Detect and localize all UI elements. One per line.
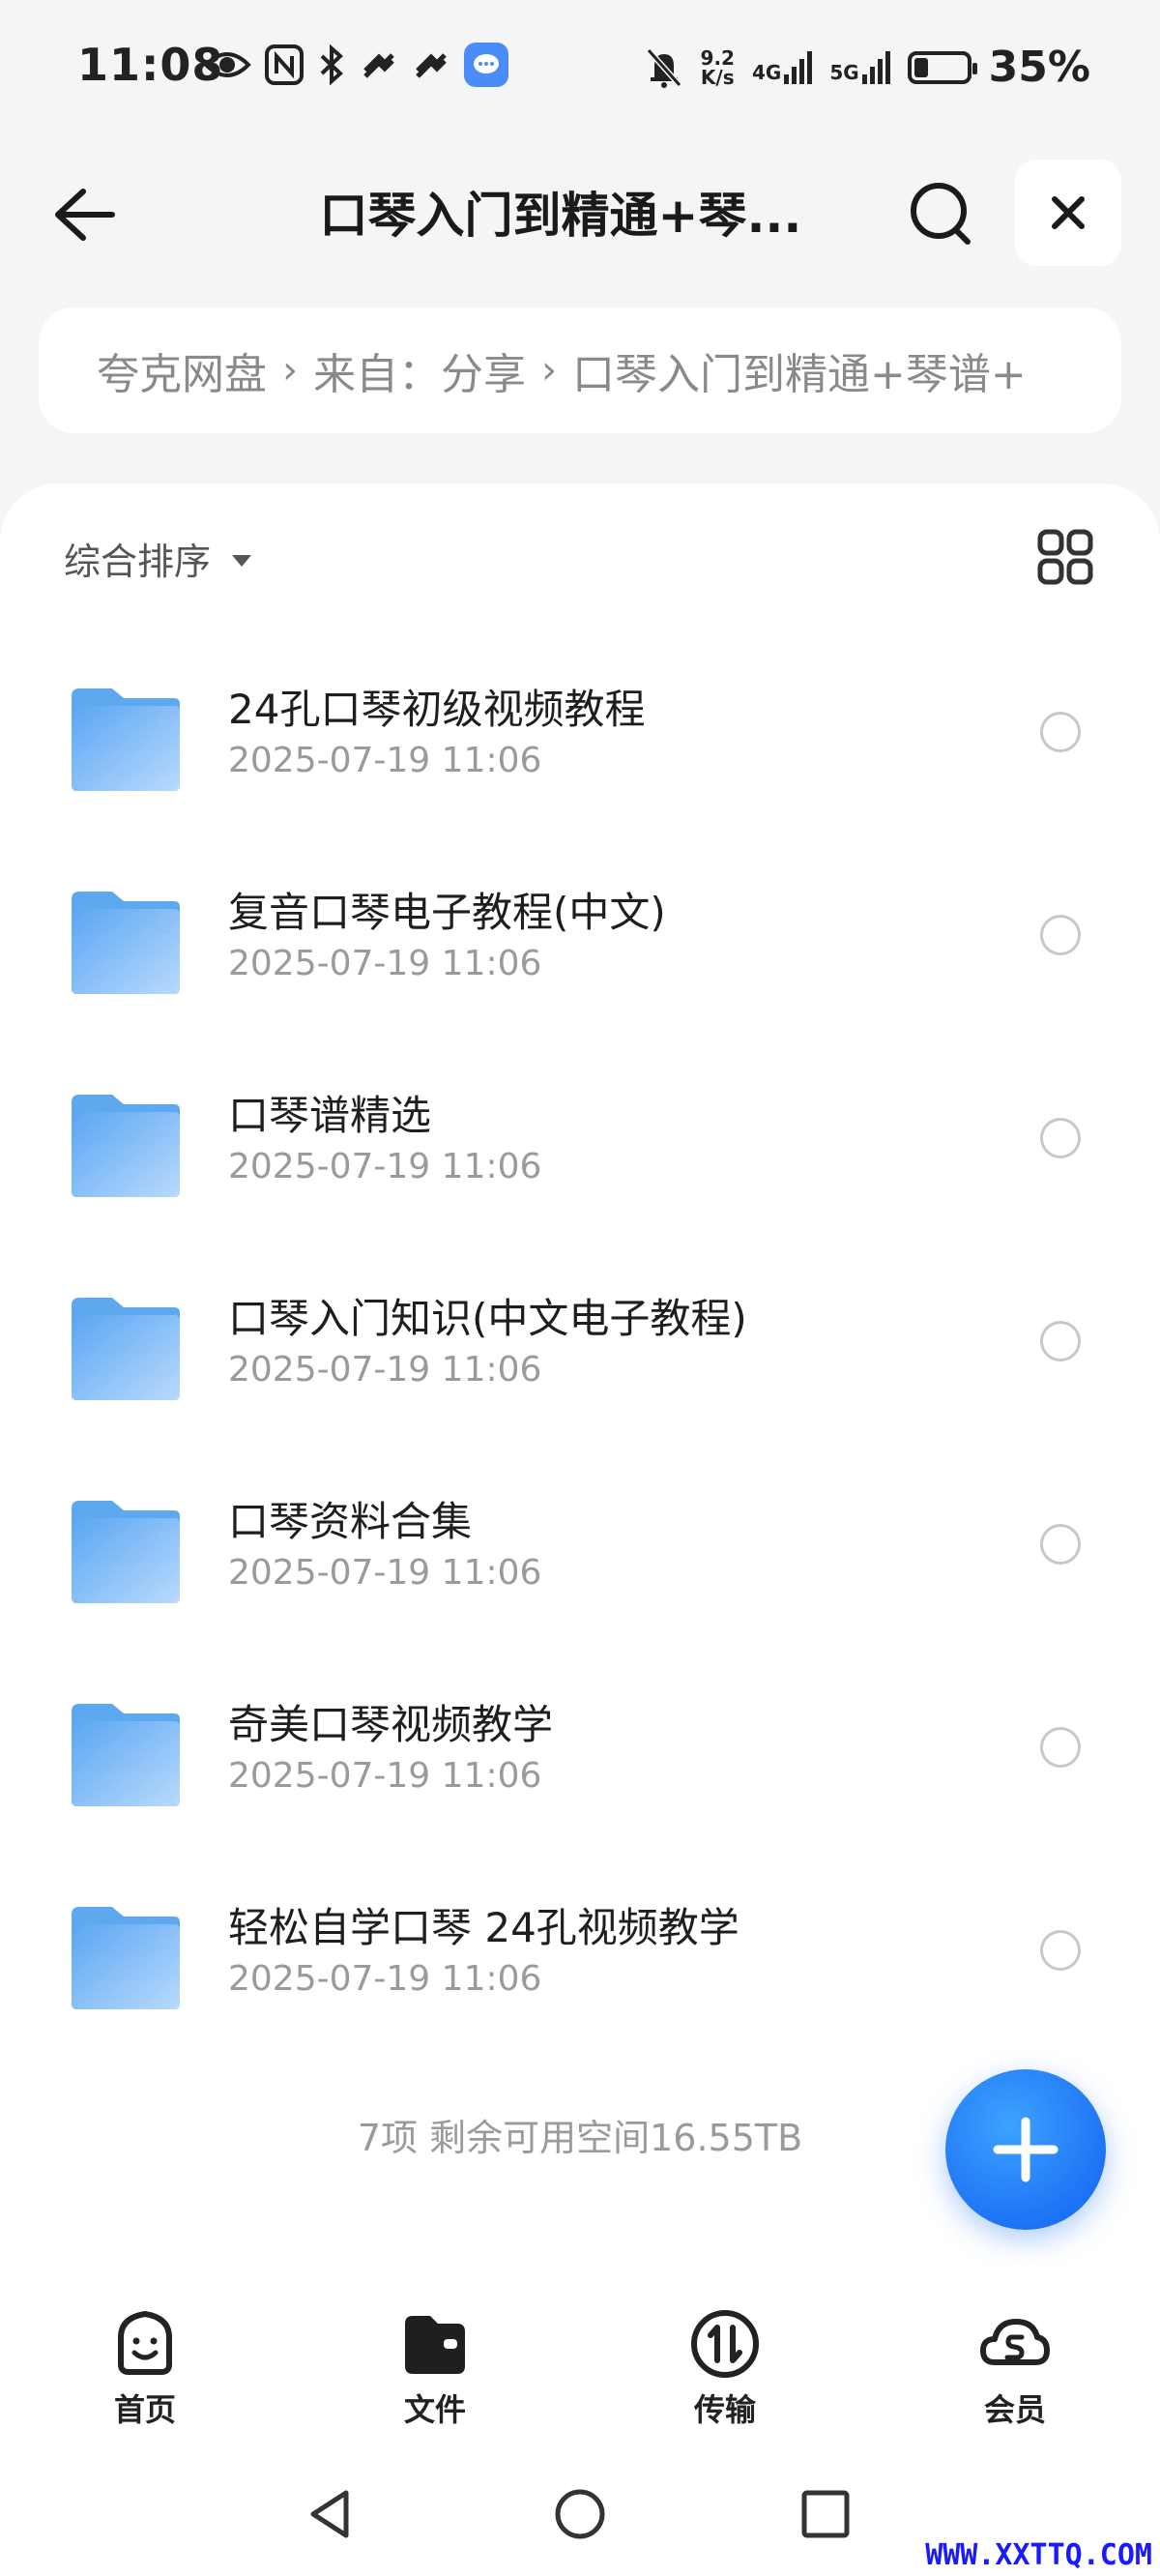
file-list: 24孔口琴初级视频教程 2025-07-19 11:06 复音口琴电子教程(中文) 2… [0,658,1160,2079]
folder-icon [72,892,180,994]
plus-icon [993,2117,1058,2182]
folder-icon [72,1095,180,1197]
add-button[interactable] [945,2069,1106,2230]
file-name: 24孔口琴初级视频教程 [228,686,646,733]
nav-vip-label: 会员 [983,2391,1046,2428]
nav-vip[interactable]: 会员 [870,2301,1160,2446]
link-icon [363,53,394,78]
file-name: 奇美口琴视频教学 [228,1701,554,1748]
net-speed-unit: K/s [700,65,735,89]
vip-cloud-icon [980,2319,1050,2365]
net-speed: 9.2 K/s [701,48,735,87]
nav-files[interactable]: 文件 [290,2301,580,2446]
sort-label: 综合排序 [64,541,212,583]
transfer-icon [691,2310,759,2378]
bottom-nav: 首页 文件 传输 会员 [0,2301,1160,2446]
nav-files-label: 文件 [403,2391,466,2428]
home-circle-icon[interactable] [551,2485,609,2543]
search-icon [911,183,971,245]
file-name: 口琴谱精选 [228,1092,432,1139]
folder-icon [72,1298,180,1400]
file-date: 2025-07-19 11:06 [228,1350,542,1390]
chevron-right-icon: › [541,348,557,393]
file-row[interactable]: 轻松自学口琴 24孔视频教学 2025-07-19 11:06 [0,1876,1160,2079]
chevron-right-icon: › [282,348,298,393]
breadcrumb-item-root[interactable]: 夸克网盘 [97,339,267,401]
select-checkbox[interactable] [1040,1727,1081,1768]
arrow-left-icon [55,189,115,241]
nav-transfer[interactable]: 传输 [580,2301,870,2446]
file-row[interactable]: 24孔口琴初级视频教程 2025-07-19 11:06 [0,658,1160,861]
file-row[interactable]: 复音口琴电子教程(中文) 2025-07-19 11:06 [0,861,1160,1064]
folder-icon [72,1501,180,1603]
folder-wallet-icon [405,2316,465,2374]
recents-square-icon[interactable] [797,2485,855,2543]
battery-fill [914,57,928,77]
signal-4g-label: 4G [751,60,782,84]
mute-bell-icon [646,47,682,88]
close-button[interactable] [1015,160,1121,266]
nfc-icon [265,44,304,85]
signal-5g: 5G [829,50,890,84]
status-right-icons: 9.2 K/s 4G 5G 35% [645,43,1090,92]
nav-transfer-label: 传输 [693,2391,756,2428]
select-checkbox[interactable] [1040,712,1081,752]
nav-home-label: 首页 [113,2391,176,2428]
link-icon-2 [416,53,447,78]
status-bar: 11:08 9.2 K/s 4G 5G 35% [0,0,1160,145]
bluetooth-icon [320,44,343,85]
select-checkbox[interactable] [1040,1321,1081,1361]
breadcrumb-item-current[interactable]: 口琴入门到精通+琴谱+ [572,339,1027,401]
nav-home[interactable]: 首页 [0,2301,290,2446]
file-row[interactable]: 口琴入门知识(中文电子教程) 2025-07-19 11:06 [0,1267,1160,1470]
caret-down-icon [232,554,252,567]
breadcrumb-item-share[interactable]: 来自：分享 [313,339,526,401]
page-title: 口琴入门到精通+琴... [319,188,802,244]
grid-view-toggle[interactable] [1034,526,1096,588]
select-checkbox[interactable] [1040,1524,1081,1565]
folder-icon [72,688,180,791]
signal-bars-icon [784,50,813,84]
close-icon [1052,196,1085,229]
folder-icon [72,1704,180,1806]
file-name: 口琴入门知识(中文电子教程) [228,1295,747,1342]
file-date: 2025-07-19 11:06 [228,1147,542,1186]
file-name: 口琴资料合集 [228,1498,473,1545]
signal-bars-icon [861,50,890,84]
file-date: 2025-07-19 11:06 [228,1553,542,1593]
system-nav-bar: WWW.XXTTQ.COM [0,2446,1160,2576]
signal-5g-label: 5G [829,60,859,84]
file-name: 复音口琴电子教程(中文) [228,889,666,936]
battery-percent: 35% [988,43,1090,92]
folder-icon [72,1907,180,2009]
breadcrumb: 夸克网盘 › 来自：分享 › 口琴入门到精通+琴谱+ [39,307,1121,433]
status-time: 11:08 [77,39,224,91]
grid-icon [1037,529,1093,585]
battery-icon [907,50,977,84]
sort-dropdown[interactable]: 综合排序 [64,532,252,585]
file-date: 2025-07-19 11:06 [228,1756,542,1796]
select-checkbox[interactable] [1040,1930,1081,1971]
message-icon [464,43,508,87]
status-left-icons [203,43,508,87]
signal-4g: 4G [751,50,813,84]
file-panel: 综合排序 24孔口琴初级视频教程 2025-07-19 11:06 复音口琴电子教程… [0,483,1160,2301]
select-checkbox[interactable] [1040,915,1081,955]
net-speed-value: 9.2 [700,45,735,70]
home-smile-icon [118,2310,172,2375]
file-date: 2025-07-19 11:06 [228,944,542,983]
back-triangle-icon[interactable] [302,2485,360,2543]
search-button[interactable] [904,176,977,249]
file-row[interactable]: 奇美口琴视频教学 2025-07-19 11:06 [0,1673,1160,1876]
select-checkbox[interactable] [1040,1118,1081,1158]
file-name: 轻松自学口琴 24孔视频教学 [228,1904,740,1951]
back-button[interactable] [50,184,118,246]
watermark: WWW.XXTTQ.COM [925,2538,1152,2572]
file-row[interactable]: 口琴谱精选 2025-07-19 11:06 [0,1064,1160,1267]
file-row[interactable]: 口琴资料合集 2025-07-19 11:06 [0,1470,1160,1673]
file-date: 2025-07-19 11:06 [228,741,542,780]
header: 口琴入门到精通+琴... [0,155,1160,271]
file-date: 2025-07-19 11:06 [228,1959,542,1999]
eye-icon [203,52,251,77]
